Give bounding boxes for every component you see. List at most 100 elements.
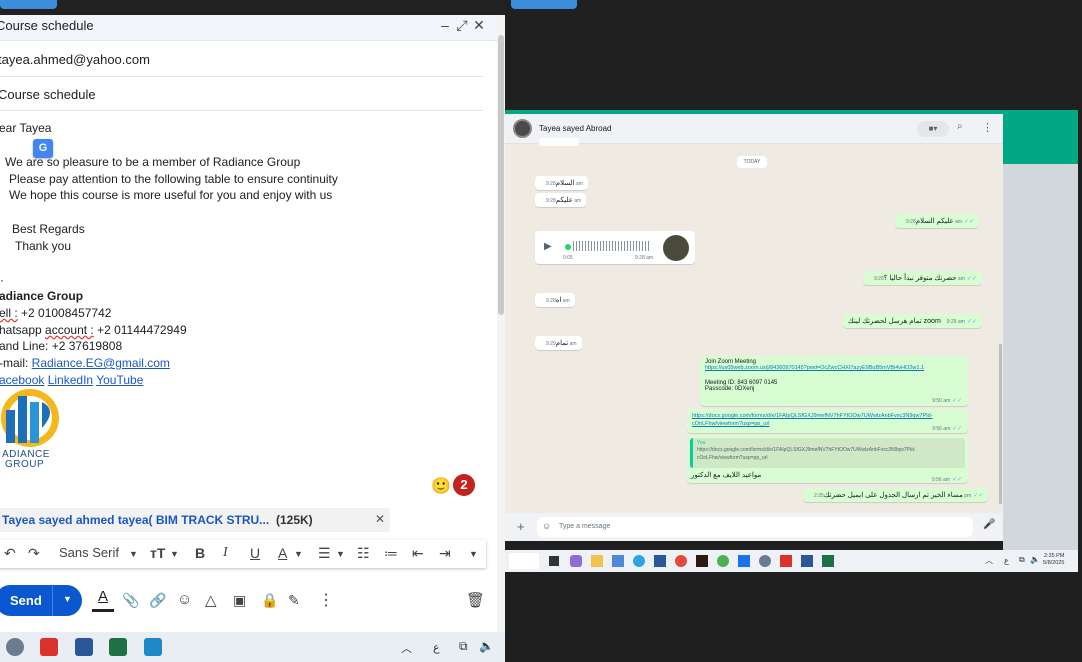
word-app-icon[interactable] <box>801 555 813 567</box>
message-in[interactable]: عليكم9:28 am <box>535 193 587 207</box>
italic-icon[interactable]: I <box>223 545 228 561</box>
settings-app-icon[interactable] <box>759 555 771 567</box>
more-formatting-icon[interactable]: ▼ <box>469 549 478 559</box>
bulleted-list-icon[interactable]: ≔ <box>384 545 398 562</box>
word-app-icon[interactable] <box>75 638 93 656</box>
menu-icon[interactable]: ⋮ <box>982 121 993 134</box>
chat-header[interactable]: Tayea sayed Abroad ■▾ ⌕ ⋮ <box>505 114 1003 144</box>
calculator-icon[interactable] <box>654 555 666 567</box>
voice-message[interactable]: ▶ 0:05 9:28 am <box>535 231 695 264</box>
security-icon[interactable] <box>738 555 750 567</box>
photos-app-icon[interactable] <box>144 638 162 656</box>
align-icon[interactable]: ☰ <box>318 545 331 562</box>
chevron-down-icon[interactable]: ▼ <box>294 549 303 559</box>
chat-scrollbar[interactable] <box>999 344 1002 504</box>
search-icon[interactable]: ⌕ <box>957 121 963 132</box>
input-language[interactable]: ع <box>433 641 440 654</box>
message-out[interactable]: عليكم السلام9:28 am ✓✓ <box>895 214 980 228</box>
chevron-up-icon[interactable]: ︿ <box>985 555 993 566</box>
google-drive-icon[interactable]: △ <box>205 591 217 609</box>
settings-app-icon[interactable] <box>6 638 24 656</box>
expand-icon[interactable]: ⤢ <box>454 17 470 34</box>
attach-icon[interactable]: + <box>517 519 525 534</box>
play-icon[interactable]: ▶ <box>544 241 552 252</box>
chrome-icon[interactable] <box>675 555 687 567</box>
video-call-icon[interactable]: ■▾ <box>917 121 949 137</box>
facebook-link[interactable]: acebook <box>0 373 44 387</box>
text-color-icon[interactable]: A <box>278 545 287 561</box>
file-explorer-icon[interactable] <box>591 555 603 567</box>
acrobat-app-icon[interactable] <box>780 555 792 567</box>
formatting-options-icon[interactable]: A <box>92 588 114 612</box>
attachment-chip[interactable]: Tayea sayed ahmed tayea( BIM TRACK STRU.… <box>0 508 390 532</box>
minimize-icon[interactable]: ‒ <box>437 17 453 33</box>
indent-more-icon[interactable]: ⇥ <box>439 545 451 562</box>
browser-tab[interactable] <box>0 0 57 9</box>
chevron-down-icon[interactable]: ▼ <box>336 549 345 559</box>
message-in[interactable]: السلام9:28 am <box>535 176 588 190</box>
reply-message[interactable]: You https://docs.google.com/forms/d/e/1F… <box>687 435 968 483</box>
redo-icon[interactable]: ↷ <box>28 545 40 562</box>
to-field[interactable]: tayea.ahmed@yahoo.com <box>0 52 150 67</box>
signature-icon[interactable]: ✎ <box>288 592 300 609</box>
chrome-icon[interactable] <box>717 555 729 567</box>
message-in[interactable]: تمام9:29 am <box>535 336 582 350</box>
numbered-list-icon[interactable]: ☷ <box>357 545 370 562</box>
zoom-invite-message[interactable]: Join Zoom Meeting https://us05web.zoom.u… <box>700 356 968 406</box>
zoom-link[interactable]: https://us05web.zoom.us/j/84360970145?pw… <box>705 365 963 371</box>
network-icon[interactable]: ⧉ <box>1019 555 1025 565</box>
attach-file-icon[interactable]: 📎 <box>122 592 139 609</box>
more-options-icon[interactable]: ⋮ <box>318 590 334 610</box>
edge-icon[interactable] <box>633 555 645 567</box>
chevron-down-icon[interactable]: ▼ <box>170 549 179 559</box>
scrollbar[interactable] <box>497 15 505 662</box>
insert-photo-icon[interactable]: ▣ <box>233 592 246 609</box>
discard-draft-icon[interactable]: 🗑 <box>466 591 485 609</box>
send-options-icon[interactable]: ▼ <box>63 594 72 604</box>
acrobat-app-icon[interactable] <box>40 638 58 656</box>
attachment-name[interactable]: Tayea sayed ahmed tayea( BIM TRACK STRU.… <box>2 513 269 527</box>
indent-less-icon[interactable]: ⇤ <box>412 545 424 562</box>
close-icon[interactable]: ✕ <box>471 17 487 34</box>
font-family-select[interactable]: Sans Serif <box>59 545 119 560</box>
form-link-message[interactable]: https://docs.google.com/forms/d/e/1FAIpQ… <box>687 409 968 433</box>
message-input[interactable]: ☺ Type a message <box>537 517 973 537</box>
search-box[interactable] <box>509 553 539 569</box>
message-out[interactable]: حضرتك متوفر نبدأ حاليا ؟9:28 am ✓✓ <box>863 271 982 285</box>
linkedin-link[interactable]: LinkedIn <box>48 373 93 387</box>
clock[interactable]: 2:35 PM 5/8/2025 <box>1043 553 1064 567</box>
chevron-down-icon[interactable]: ▼ <box>129 549 138 559</box>
microphone-icon[interactable]: 🎤 <box>983 519 995 530</box>
notification-badge[interactable]: 2 <box>453 474 475 496</box>
insert-emoji-icon[interactable]: ☺ <box>177 591 192 608</box>
voice-progress-dot[interactable] <box>565 244 571 250</box>
font-size-icon[interactable]: тT <box>150 545 165 561</box>
input-language[interactable]: ع <box>1004 556 1009 565</box>
email-link[interactable]: Radiance.EG@gmail.com <box>32 356 170 370</box>
contact-avatar[interactable] <box>513 119 532 138</box>
illustrator-icon[interactable] <box>696 555 708 567</box>
excel-app-icon[interactable] <box>822 555 834 567</box>
youtube-link[interactable]: YouTube <box>96 373 143 387</box>
excel-app-icon[interactable] <box>109 638 127 656</box>
message-in[interactable]: اه9:28 am <box>535 293 575 307</box>
insert-link-icon[interactable]: 🔗 <box>149 592 166 609</box>
undo-icon[interactable]: ↶ <box>4 545 16 562</box>
network-icon[interactable]: ⧉ <box>459 639 468 654</box>
message-out[interactable]: مساء الخير تم ارسال الجدول على ايميل حضر… <box>803 488 989 502</box>
emoji-icon[interactable]: ☺ <box>542 521 551 531</box>
browser-tab[interactable] <box>511 0 577 9</box>
underline-icon[interactable]: U <box>250 545 260 561</box>
copilot-icon[interactable] <box>570 555 582 567</box>
remove-attachment-icon[interactable]: ✕ <box>375 512 385 526</box>
volume-icon[interactable]: 🔈 <box>479 639 494 653</box>
contact-name[interactable]: Tayea sayed Abroad <box>539 124 612 133</box>
subject-field[interactable]: Course schedule <box>0 87 96 102</box>
send-button[interactable]: Send ▼ <box>0 585 82 616</box>
chevron-up-icon[interactable]: ︿ <box>401 640 412 656</box>
bold-icon[interactable]: B <box>195 545 205 561</box>
confidential-mode-icon[interactable]: 🔒 <box>261 592 278 609</box>
quoted-message[interactable]: You https://docs.google.com/forms/d/e/1F… <box>690 438 965 468</box>
task-view-icon[interactable] <box>549 556 559 566</box>
message-out[interactable]: تمام هرسل لحضرتك لينك zoom 9:29 am ✓✓ <box>843 314 982 328</box>
